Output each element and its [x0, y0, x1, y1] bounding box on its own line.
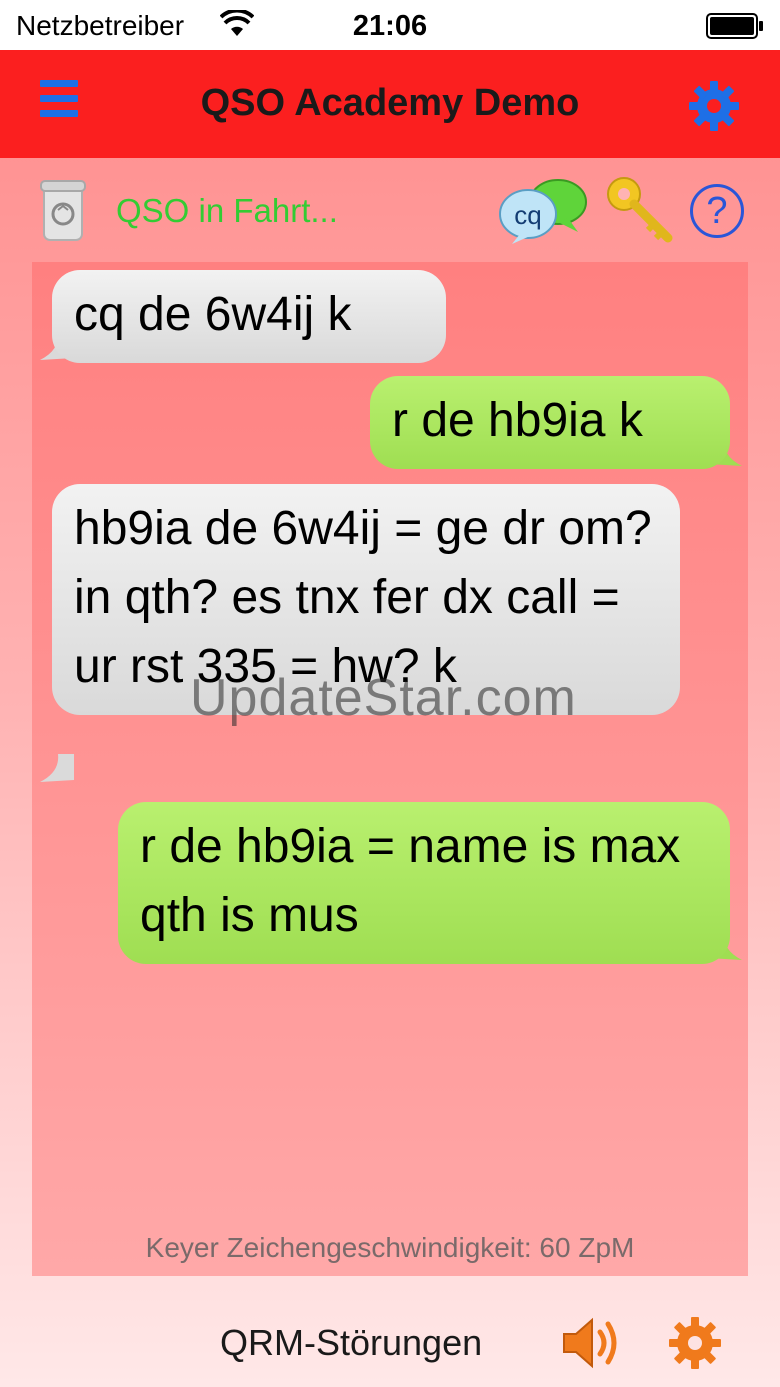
- battery-icon: [706, 13, 763, 39]
- message-incoming: cq de 6w4ij k: [52, 270, 446, 363]
- bottom-bar: QRM-Störungen: [0, 1296, 780, 1387]
- chat-area[interactable]: cq de 6w4ij k r de hb9ia k hb9ia de 6w4i…: [32, 262, 748, 1276]
- gear-icon[interactable]: [666, 1314, 724, 1372]
- keyer-speed: Keyer Zeichengeschwindigkeit: 60 ZpM: [145, 1232, 635, 1263]
- toolbar: QSO in Fahrt... cq ?: [0, 160, 780, 260]
- message-incoming: hb9ia de 6w4ij = ge dr om? in qth? es tn…: [52, 484, 680, 715]
- qrm-label: QRM-Störungen: [220, 1322, 483, 1363]
- key-icon[interactable]: [604, 174, 674, 244]
- status-bar: Netzbetreiber 21:06: [0, 0, 780, 50]
- gear-icon[interactable]: [686, 78, 742, 134]
- qso-status: QSO in Fahrt...: [116, 192, 338, 229]
- message-outgoing: r de hb9ia k: [370, 376, 730, 469]
- nav-bar: QSO Academy Demo: [0, 50, 780, 158]
- speaker-icon[interactable]: [560, 1312, 622, 1374]
- cq-icon-label: cq: [514, 200, 541, 230]
- page-title: QSO Academy Demo: [200, 82, 580, 124]
- message-outgoing: r de hb9ia = name is max qth is mus: [118, 802, 730, 964]
- trash-icon[interactable]: [38, 178, 88, 242]
- bubble-tail: [40, 754, 74, 782]
- clock: 21:06: [352, 10, 428, 42]
- cq-chat-icon[interactable]: cq: [498, 174, 588, 246]
- help-button[interactable]: ?: [690, 184, 744, 238]
